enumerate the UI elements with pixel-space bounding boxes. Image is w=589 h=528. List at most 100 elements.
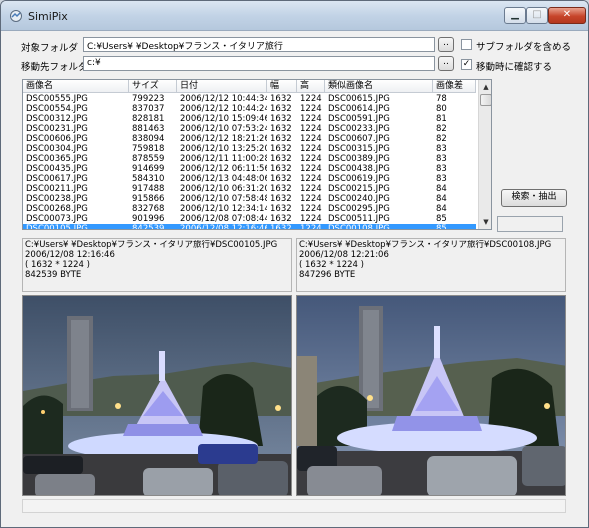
cell-height: 1224: [300, 154, 322, 164]
column-header-diff[interactable]: 画像差: [433, 80, 476, 93]
move-folder-browse-button[interactable]: ..: [438, 56, 454, 71]
column-header-similar-name[interactable]: 類似画像名: [325, 80, 433, 93]
cell-height: 1224: [300, 94, 322, 104]
cell-width: 1632: [270, 194, 292, 204]
close-button[interactable]: ✕: [548, 7, 586, 24]
list-vertical-scrollbar[interactable]: ▲ ▼: [478, 80, 491, 229]
cell-width: 1632: [270, 134, 292, 144]
right-photo-preview[interactable]: [296, 295, 566, 496]
table-row[interactable]: DSC00555.JPG 799223 2006/12/12 10:44:34 163…: [23, 94, 476, 104]
cell-name: DSC00105.JPG: [26, 224, 88, 230]
cell-size: 828181: [132, 114, 165, 124]
right-image-date: 2006/12/08 12:21:06: [299, 250, 389, 260]
table-row[interactable]: DSC00365.JPG 878559 2006/12/11 11:00:28 163…: [23, 154, 476, 164]
confirm-move-checkbox[interactable]: ✓: [461, 59, 472, 70]
left-image-bytes: 842539 BYTE: [25, 270, 82, 280]
cell-diff: 83: [436, 144, 447, 154]
table-row[interactable]: DSC00238.JPG 915866 2006/12/10 07:58:48 163…: [23, 194, 476, 204]
cell-similar-name: DSC00619.JPG: [328, 174, 390, 184]
minimize-icon: ▁: [511, 9, 519, 20]
cell-similar-name: DSC00615.JPG: [328, 94, 390, 104]
cell-height: 1224: [300, 184, 322, 194]
table-row[interactable]: DSC00304.JPG 759818 2006/12/10 13:25:20 163…: [23, 144, 476, 154]
cell-width: 1632: [270, 104, 292, 114]
subfolder-checkbox[interactable]: [461, 39, 472, 50]
cell-name: DSC00211.JPG: [26, 184, 88, 194]
left-photo-image: [23, 296, 291, 495]
cell-size: 832768: [132, 204, 165, 214]
cell-date: 2006/12/11 11:00:28: [180, 154, 267, 164]
cell-height: 1224: [300, 104, 322, 114]
table-row[interactable]: DSC00312.JPG 828181 2006/12/10 15:09:46 163…: [23, 114, 476, 124]
cell-size: 799223: [132, 94, 165, 104]
cell-diff: 78: [436, 94, 447, 104]
cell-similar-name: DSC00591.JPG: [328, 114, 390, 124]
cell-name: DSC00312.JPG: [26, 114, 88, 124]
target-folder-input[interactable]: C:¥Users¥ ¥Desktop¥フランス・イタリア旅行: [83, 37, 435, 52]
target-folder-label: 対象フォルダ: [21, 43, 79, 54]
cell-diff: 83: [436, 174, 447, 184]
title-bar[interactable]: SimiPix ▁ □ ✕: [1, 1, 588, 31]
cell-name: DSC00268.JPG: [26, 204, 88, 214]
table-row[interactable]: DSC00073.JPG 901996 2006/12/08 07:08:44 163…: [23, 214, 476, 224]
maximize-icon: □: [532, 9, 542, 20]
cell-similar-name: DSC00295.JPG: [328, 204, 390, 214]
cell-similar-name: DSC00438.JPG: [328, 164, 390, 174]
left-image-info: C:¥Users¥ ¥Desktop¥フランス・イタリア旅行¥DSC00105.…: [22, 238, 292, 292]
column-header-date[interactable]: 日付: [177, 80, 267, 93]
cell-diff: 82: [436, 134, 447, 144]
column-header-width[interactable]: 幅: [267, 80, 297, 93]
cell-name: DSC00555.JPG: [26, 94, 88, 104]
cell-diff: 84: [436, 204, 447, 214]
cell-height: 1224: [300, 174, 322, 184]
cell-height: 1224: [300, 214, 322, 224]
column-header-name[interactable]: 画像名: [23, 80, 129, 93]
table-row[interactable]: DSC00211.JPG 917488 2006/12/10 06:31:20 163…: [23, 184, 476, 194]
preview-horizontal-scrollbar[interactable]: [22, 499, 566, 513]
right-photo-image: [297, 296, 565, 495]
cell-size: 914699: [132, 164, 165, 174]
results-list[interactable]: 画像名 サイズ 日付 幅 高 類似画像名 画像差 DSC00555.JPG 799…: [22, 79, 492, 230]
cell-width: 1632: [270, 124, 292, 134]
table-row[interactable]: DSC00617.JPG 584310 2006/12/13 04:48:06 163…: [23, 174, 476, 184]
cell-date: 2006/12/12 18:21:26: [180, 134, 267, 144]
table-row[interactable]: DSC00606.JPG 838094 2006/12/12 18:21:26 163…: [23, 134, 476, 144]
cell-height: 1224: [300, 194, 322, 204]
cell-diff: 84: [436, 184, 447, 194]
cell-name: DSC00231.JPG: [26, 124, 88, 134]
cell-width: 1632: [270, 204, 292, 214]
cell-similar-name: DSC00614.JPG: [328, 104, 390, 114]
scroll-up-icon[interactable]: ▲: [480, 81, 491, 93]
cell-size: 759818: [132, 144, 165, 154]
cell-name: DSC00435.JPG: [26, 164, 88, 174]
cell-name: DSC00304.JPG: [26, 144, 88, 154]
scroll-thumb[interactable]: [480, 94, 491, 106]
scroll-down-icon[interactable]: ▼: [480, 216, 491, 228]
cell-height: 1224: [300, 114, 322, 124]
cell-similar-name: DSC00108.JPG: [328, 224, 390, 230]
close-icon: ✕: [562, 9, 572, 20]
search-extract-button[interactable]: 検索・抽出: [501, 189, 567, 207]
cell-diff: 83: [436, 154, 447, 164]
right-image-path: C:¥Users¥ ¥Desktop¥フランス・イタリア旅行¥DSC00108.…: [299, 240, 552, 250]
table-row[interactable]: DSC00268.JPG 832768 2006/12/10 12:34:14 163…: [23, 204, 476, 214]
column-header-height[interactable]: 高: [297, 80, 325, 93]
cell-name: DSC00606.JPG: [26, 134, 88, 144]
cell-diff: 85: [436, 214, 447, 224]
cell-size: 881463: [132, 124, 165, 134]
cell-size: 842539: [132, 224, 165, 230]
table-row[interactable]: DSC00105.JPG 842539 2006/12/08 12:16:46 163…: [23, 224, 476, 230]
move-folder-input[interactable]: c:¥: [83, 56, 435, 71]
cell-date: 2006/12/10 07:53:24: [180, 124, 267, 134]
cell-diff: 82: [436, 124, 447, 134]
table-row[interactable]: DSC00554.JPG 837037 2006/12/12 10:44:24 163…: [23, 104, 476, 114]
column-header-size[interactable]: サイズ: [129, 80, 177, 93]
cell-width: 1632: [270, 184, 292, 194]
minimize-button[interactable]: ▁: [504, 7, 526, 24]
list-header: 画像名 サイズ 日付 幅 高 類似画像名 画像差: [23, 80, 476, 93]
left-photo-preview[interactable]: [22, 295, 292, 496]
table-row[interactable]: DSC00231.JPG 881463 2006/12/10 07:53:24 163…: [23, 124, 476, 134]
maximize-button[interactable]: □: [526, 7, 548, 24]
table-row[interactable]: DSC00435.JPG 914699 2006/12/12 06:11:56 163…: [23, 164, 476, 174]
target-folder-browse-button[interactable]: ..: [438, 37, 454, 52]
